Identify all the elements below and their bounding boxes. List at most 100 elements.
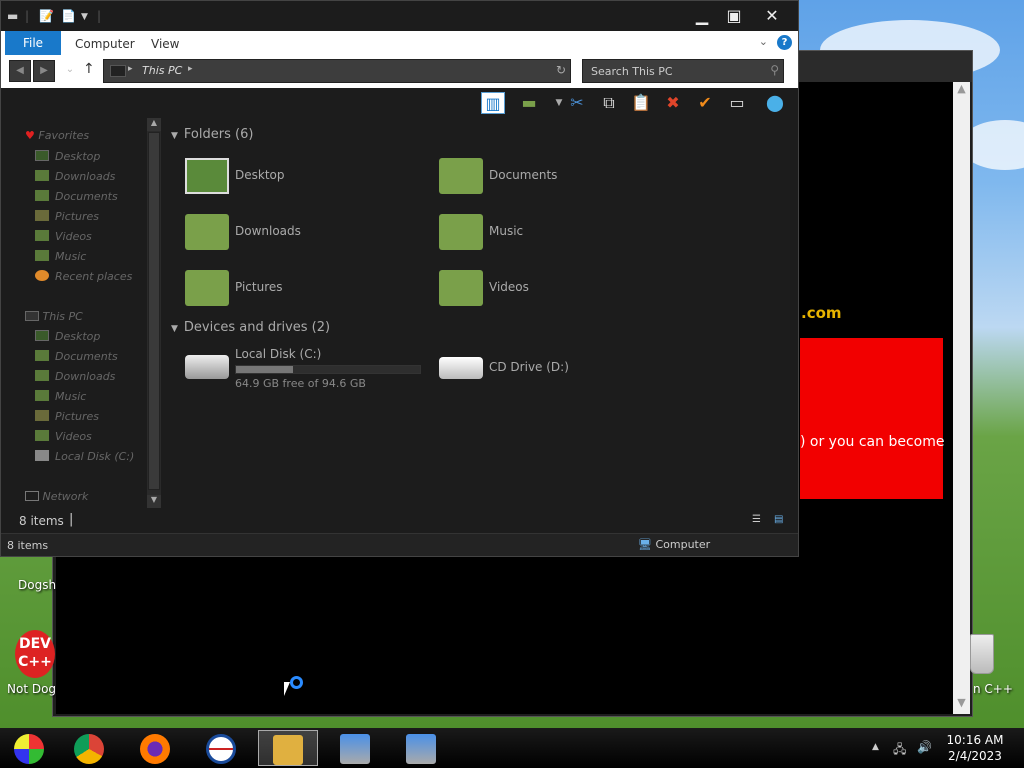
videos-folder-icon xyxy=(35,430,49,441)
new-folder-quick-icon[interactable]: 📄 xyxy=(61,9,76,23)
nav-item-videos[interactable]: Videos xyxy=(35,430,92,443)
nav-item-label: Local Disk (C:) xyxy=(55,450,135,463)
network-status-icon[interactable]: 🖧 xyxy=(893,740,906,761)
show-hidden-icons-icon[interactable]: ▲ xyxy=(872,742,879,752)
taskbar-app-setup-1[interactable] xyxy=(326,730,386,766)
new-folder-icon[interactable]: ▬ xyxy=(517,92,541,114)
nav-item-desktop[interactable]: Desktop xyxy=(35,330,100,343)
forward-button[interactable]: ▶ xyxy=(33,60,55,82)
nav-this-pc-label: This PC xyxy=(42,310,83,323)
breadcrumb-chevron-icon[interactable]: ▸ xyxy=(128,64,133,74)
folder-desktop[interactable]: Desktop xyxy=(185,156,405,200)
back-button[interactable]: ◀ xyxy=(9,60,31,82)
nav-item-pictures[interactable]: Pictures xyxy=(35,410,99,423)
up-arrow-icon[interactable]: ↑ xyxy=(83,61,95,77)
desktop-folder-icon xyxy=(185,158,229,194)
nav-item-recent-places[interactable]: Recent places xyxy=(35,270,132,283)
taskbar-app-chrome[interactable] xyxy=(60,730,120,766)
nav-item-documents[interactable]: Documents xyxy=(35,190,118,203)
folder-videos[interactable]: Videos xyxy=(439,268,659,312)
nav-favorites[interactable]: ♥ Favorites xyxy=(25,129,89,142)
properties-icon[interactable]: 📝 xyxy=(39,9,54,23)
nav-item-local-disk[interactable]: Local Disk (C:) xyxy=(35,450,134,463)
desktop-icon-cpp[interactable]: n C++ xyxy=(973,682,1013,696)
nav-item-videos[interactable]: Videos xyxy=(35,230,92,243)
taskbar-app-setup-2[interactable] xyxy=(392,730,452,766)
folder-pictures[interactable]: Pictures xyxy=(185,268,405,312)
delete-icon[interactable]: ✖ xyxy=(661,92,685,114)
collapse-icon[interactable]: ▼ xyxy=(171,131,178,141)
customize-quick-access-icon[interactable]: ▼ xyxy=(81,12,88,22)
taskbar: ▲ 🖧 🔊 10:16 AM 2/4/2023 xyxy=(0,728,1024,768)
refresh-icon[interactable]: ↻ xyxy=(556,63,566,77)
options-icon[interactable]: ⬤ xyxy=(763,92,787,114)
disk-usage-bar xyxy=(235,365,421,374)
desktop-icon-dogs[interactable]: Dogsh xyxy=(18,578,56,592)
drive-local-disk-c[interactable]: Local Disk (C:) 64.9 GB free of 94.6 GB xyxy=(185,347,435,391)
preview-pane-icon[interactable]: ▥ xyxy=(481,92,505,114)
drive-cd-d[interactable]: CD Drive (D:) xyxy=(439,347,659,391)
nav-item-music[interactable]: Music xyxy=(35,390,86,403)
address-location[interactable]: This PC xyxy=(142,64,182,77)
taskbar-app-start[interactable] xyxy=(0,730,60,766)
close-button[interactable]: ✕ xyxy=(757,5,787,27)
expand-ribbon-icon[interactable]: ⌄ xyxy=(759,35,768,48)
system-clock[interactable]: 10:16 AM 2/4/2023 xyxy=(944,732,1006,764)
file-explorer-window[interactable]: ▬ | 📝 📄 ▼ | ▁ ▣ ✕ File Computer View ⌄ ?… xyxy=(0,0,799,557)
nav-item-downloads[interactable]: Downloads xyxy=(35,170,115,183)
scroll-thumb[interactable] xyxy=(148,132,160,490)
recent-locations-icon[interactable]: ⌄ xyxy=(59,60,81,82)
folder-downloads[interactable]: Downloads xyxy=(185,212,405,256)
maximize-button[interactable]: ▣ xyxy=(719,5,749,27)
navigation-pane: ♥ Favorites Desktop Downloads Documents … xyxy=(1,118,147,508)
details-view-icon[interactable]: ☰ xyxy=(752,514,766,525)
address-bar[interactable]: ▸ This PC ▸ ↻ xyxy=(103,59,571,83)
nav-item-label: Desktop xyxy=(55,150,101,163)
rename-icon[interactable]: ▭ xyxy=(725,92,749,114)
system-menu-icon[interactable]: ▬ xyxy=(7,9,18,23)
tab-view[interactable]: View xyxy=(151,31,179,55)
scroll-down-icon[interactable]: ▼ xyxy=(147,495,161,508)
nav-network[interactable]: Network xyxy=(25,490,88,503)
search-icon[interactable]: ⚲ xyxy=(770,63,779,77)
nav-item-documents[interactable]: Documents xyxy=(35,350,118,363)
paste-icon[interactable]: 📋 xyxy=(629,92,653,114)
nav-this-pc[interactable]: This PC xyxy=(25,310,83,323)
nav-item-pictures[interactable]: Pictures xyxy=(35,210,99,223)
outer-status-bar: 8 items 🖥 Computer xyxy=(1,533,798,556)
navigation-scrollbar[interactable]: ▲ ▼ xyxy=(147,118,161,508)
tab-file[interactable]: File xyxy=(5,31,61,55)
scroll-up-icon[interactable]: ▲ xyxy=(147,118,161,131)
volume-icon[interactable]: 🔊 xyxy=(917,740,932,754)
recycle-bin-icon[interactable] xyxy=(970,634,994,674)
minimize-button[interactable]: ▁ xyxy=(687,5,717,27)
folder-documents[interactable]: Documents xyxy=(439,156,659,200)
properties-check-icon[interactable]: ✔ xyxy=(693,92,717,114)
nav-item-music[interactable]: Music xyxy=(35,250,86,263)
search-input[interactable]: Search This PC ⚲ xyxy=(582,59,784,83)
nav-item-downloads[interactable]: Downloads xyxy=(35,370,115,383)
scroll-down-icon[interactable]: ▼ xyxy=(953,696,970,714)
breadcrumb-chevron-icon[interactable]: ▸ xyxy=(188,64,193,74)
scroll-up-icon[interactable]: ▲ xyxy=(953,82,970,100)
help-icon[interactable]: ? xyxy=(777,35,792,50)
copy-icon[interactable]: ⧉ xyxy=(597,92,621,114)
taskbar-app-file-explorer[interactable] xyxy=(258,730,318,766)
collapse-icon[interactable]: ▼ xyxy=(171,324,178,334)
cut-icon[interactable]: ✂ xyxy=(565,92,589,114)
large-icons-view-icon[interactable]: ▤ xyxy=(774,514,788,525)
explorer-titlebar[interactable]: ▬ | 📝 📄 ▼ | ▁ ▣ ✕ xyxy=(1,1,798,31)
drives-group-header[interactable]: ▼ Devices and drives (2) xyxy=(171,320,330,335)
tab-computer[interactable]: Computer xyxy=(75,31,135,55)
desktop-icon-not-dog[interactable]: Not Dog xyxy=(7,682,56,696)
taskbar-app-firefox[interactable] xyxy=(126,730,186,766)
folder-music[interactable]: Music xyxy=(439,212,659,256)
folders-group-header[interactable]: ▼ Folders (6) xyxy=(171,127,253,142)
clock-date: 2/4/2023 xyxy=(948,749,1002,763)
background-scrollbar[interactable]: ▲ ▼ xyxy=(953,82,970,714)
taskbar-app-obama[interactable] xyxy=(192,730,252,766)
dev-cpp-icon[interactable]: DEV C++ xyxy=(15,630,55,678)
documents-folder-icon xyxy=(35,190,49,201)
firefox-icon xyxy=(140,734,170,764)
nav-item-desktop[interactable]: Desktop xyxy=(35,150,100,163)
